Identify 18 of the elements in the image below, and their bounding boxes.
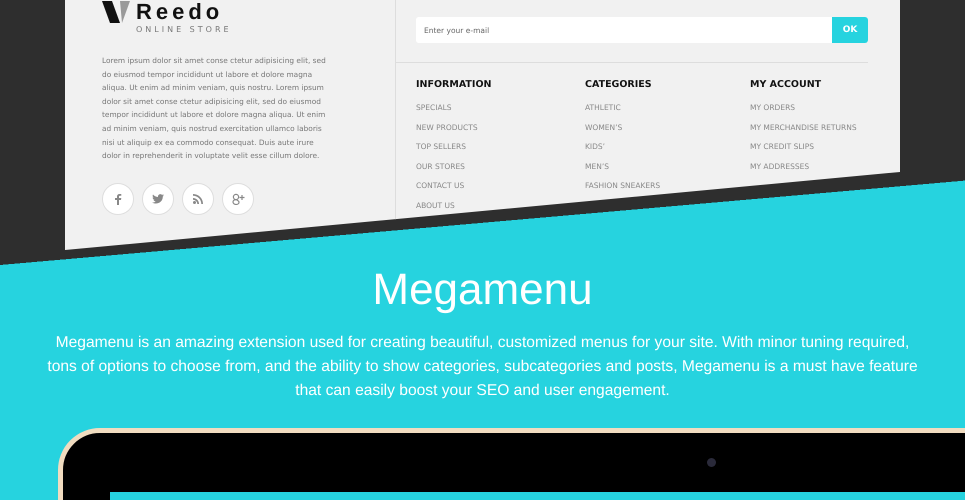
social-button[interactable] [182,182,214,215]
camera-icon [707,458,716,467]
google-plus-icon [232,192,244,205]
social-button[interactable] [102,182,134,215]
column-heading: MY ACCOUNT [750,79,822,90]
logo-icon [102,1,130,23]
column-heading: INFORMATION [416,79,492,90]
feature-description: Megamenu is an amazing extension used for creating beautiful, customized menus for your site. With minor tuning required, tons of options to choose from, and the ability to show categories, subcategories and posts, Megamenu is a must have feature that can easily boost your SEO and user engagement. [46,333,919,401]
logo-tagline: ONLINE STORE [136,25,233,34]
ok-button[interactable]: OK [832,17,868,43]
feature-title: Megamenu [372,265,593,315]
bird-icon [152,194,164,204]
rss-icon [193,194,203,204]
column-heading: CATEGORIES [585,79,653,90]
social-button[interactable] [142,182,174,215]
social-button[interactable] [222,182,254,215]
logo-text: Reedo [136,1,224,23]
facebook-icon [113,192,123,205]
